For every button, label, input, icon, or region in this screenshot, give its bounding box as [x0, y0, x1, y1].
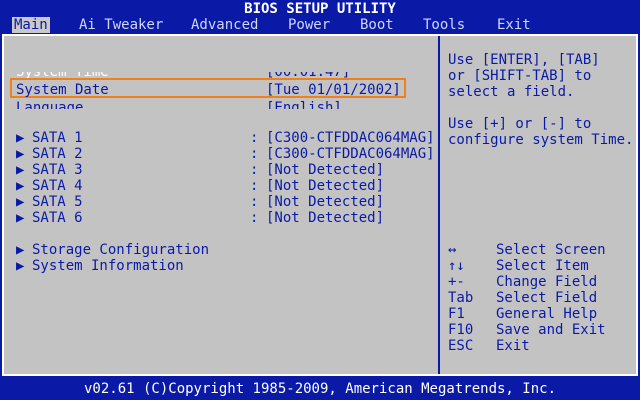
menu-ai-tweaker[interactable]: Ai Tweaker: [79, 17, 163, 33]
sata4-arrow-icon: ▶: [16, 178, 25, 194]
sata6-value[interactable]: [Not Detected]: [266, 210, 384, 226]
help-line-1: Use [ENTER], [TAB]: [448, 52, 600, 68]
key-desc-select-item: Select Item: [496, 258, 589, 274]
system-info-arrow-icon: ▶: [16, 258, 25, 274]
sata2-value[interactable]: [C300-CTFDDAC064MAG]: [266, 146, 435, 162]
f1-key: F1: [448, 306, 465, 322]
storage-configuration-item[interactable]: Storage Configuration: [32, 242, 209, 258]
system-date-label[interactable]: System Date: [16, 82, 109, 98]
menu-power[interactable]: Power: [288, 17, 330, 33]
title-bar: BIOS SETUP UTILITY: [0, 0, 640, 17]
panel-divider: [438, 36, 440, 374]
sata6-arrow-icon: ▶: [16, 210, 25, 226]
menu-exit[interactable]: Exit: [497, 17, 531, 33]
sata1-value[interactable]: [C300-CTFDDAC064MAG]: [266, 130, 435, 146]
sata5-label[interactable]: SATA 5: [32, 194, 83, 210]
menu-bar: Main Ai Tweaker Advanced Power Boot Tool…: [0, 16, 640, 34]
tab-key: Tab: [448, 290, 474, 306]
content-frame: System Time [00:01:47] System Date [Tue …: [2, 34, 638, 376]
bios-title: BIOS SETUP UTILITY: [244, 1, 396, 17]
key-desc-exit: Exit: [496, 338, 530, 354]
sata3-arrow-icon: ▶: [16, 162, 25, 178]
system-information-item[interactable]: System Information: [32, 258, 184, 274]
help-line-5: configure system Time.: [448, 132, 634, 148]
sata2-arrow-icon: ▶: [16, 146, 25, 162]
sata1-colon: :: [250, 130, 259, 146]
sata6-label[interactable]: SATA 6: [32, 210, 83, 226]
language-label[interactable]: Language: [16, 100, 83, 109]
footer-bar: v02.61 (C)Copyright 1985-2009, American …: [0, 376, 640, 400]
key-desc-select-screen: Select Screen: [496, 242, 606, 258]
menu-advanced[interactable]: Advanced: [191, 17, 258, 33]
sata5-colon: :: [250, 194, 259, 210]
language-value[interactable]: [English]: [266, 100, 342, 109]
sata2-colon: :: [250, 146, 259, 162]
key-desc-select-field: Select Field: [496, 290, 598, 306]
sata5-value[interactable]: [Not Detected]: [266, 194, 384, 210]
esc-key: ESC: [448, 338, 474, 354]
menu-boot[interactable]: Boot: [360, 17, 394, 33]
sata6-colon: :: [250, 210, 259, 226]
sata5-arrow-icon: ▶: [16, 194, 25, 210]
f10-key: F10: [448, 322, 474, 338]
help-line-2: or [SHIFT-TAB] to: [448, 68, 592, 84]
help-line-4: Use [+] or [-] to: [448, 116, 592, 132]
sata3-value[interactable]: [Not Detected]: [266, 162, 384, 178]
copyright-text: v02.61 (C)Copyright 1985-2009, American …: [83, 381, 556, 397]
storage-config-arrow-icon: ▶: [16, 242, 25, 258]
sata1-arrow-icon: ▶: [16, 130, 25, 146]
menu-tools[interactable]: Tools: [423, 17, 465, 33]
key-desc-change-field: Change Field: [496, 274, 598, 290]
up-down-arrow-icon: ↑↓: [448, 258, 465, 274]
sata4-value[interactable]: [Not Detected]: [266, 178, 384, 194]
sata4-label[interactable]: SATA 4: [32, 178, 83, 194]
sata3-label[interactable]: SATA 3: [32, 162, 83, 178]
menu-main[interactable]: Main: [12, 17, 50, 33]
help-line-3: select a field.: [448, 84, 575, 100]
key-desc-general-help: General Help: [496, 306, 598, 322]
sata4-colon: :: [250, 178, 259, 194]
sata1-label[interactable]: SATA 1: [32, 130, 83, 146]
system-date-value[interactable]: [Tue 01/01/2002]: [266, 82, 401, 98]
sata3-colon: :: [250, 162, 259, 178]
sata2-label[interactable]: SATA 2: [32, 146, 83, 162]
key-desc-save-exit: Save and Exit: [496, 322, 606, 338]
plus-minus-key: +-: [448, 274, 465, 290]
left-right-arrow-icon: ↔: [448, 242, 457, 258]
